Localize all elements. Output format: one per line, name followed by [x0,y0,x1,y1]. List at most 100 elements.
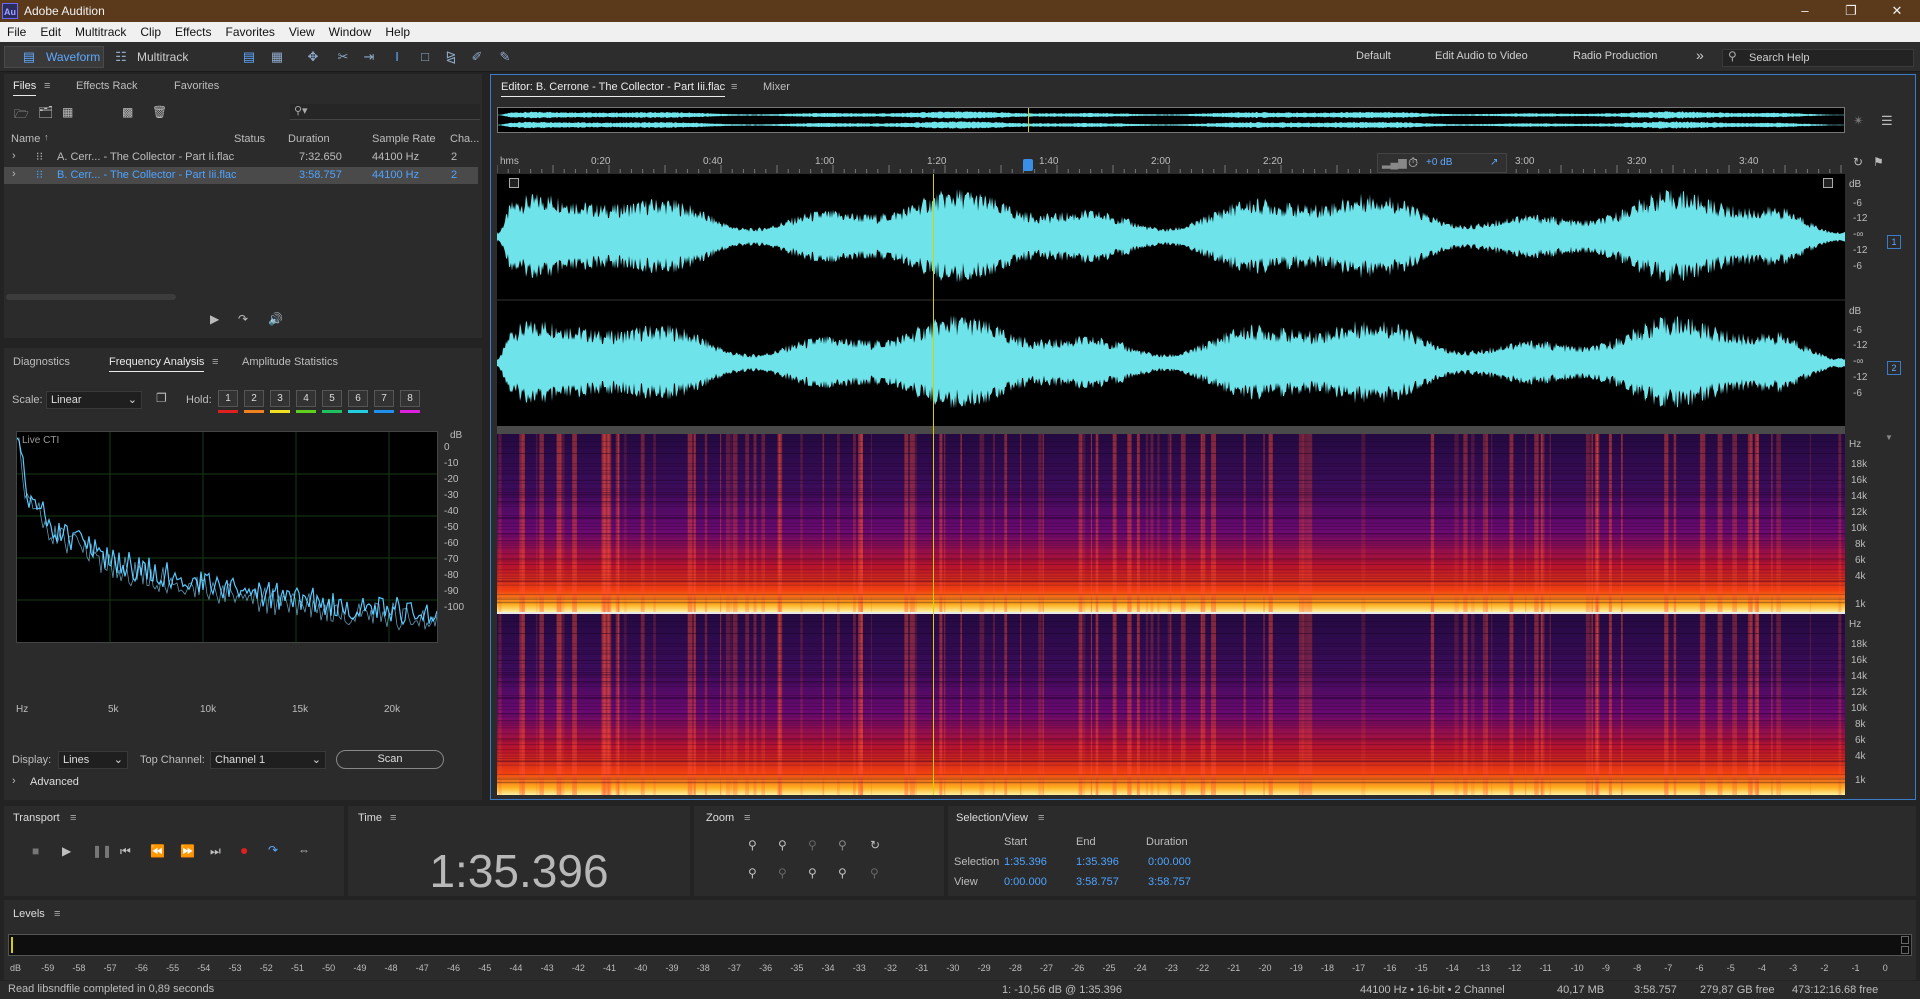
hud-volume[interactable]: ▂▄▆ ⏱ +0 dB ↗ [1377,153,1507,173]
workspace-radio-production[interactable]: Radio Production [1573,50,1657,62]
play-icon[interactable]: ▶ [62,844,71,858]
zoom-out-amplitude-icon[interactable]: ⚲ [748,866,757,880]
scan-button[interactable]: Scan [336,750,444,769]
multitrack-button[interactable]: Multitrack [131,47,194,67]
move-to-end-icon[interactable]: ⏭ [210,844,221,859]
new-file-icon[interactable]: ▦ [62,105,73,119]
clip-indicator-right[interactable] [1901,946,1909,954]
hold-button-1[interactable]: 1 [218,390,238,407]
hold-button-4[interactable]: 4 [296,390,316,407]
top-channel-select[interactable]: Channel 1 ⌄ [210,751,326,769]
hold-button-8[interactable]: 8 [400,390,420,407]
more-workspaces-icon[interactable]: » [1696,47,1704,63]
tab-editor[interactable]: Editor: B. Cerrone - The Collector - Par… [501,81,726,97]
play-file-icon[interactable]: ▶ [210,312,219,326]
col-status[interactable]: Status [234,133,265,145]
spectral-divider[interactable] [497,426,1845,434]
playhead-marker-icon[interactable] [1023,159,1033,171]
panel-menu-icon[interactable]: ≡ [44,80,50,92]
zoom-out-full-icon[interactable]: ⚲ [838,866,847,880]
channel-1-badge[interactable]: 1 [1887,235,1901,249]
fade-out-handle-icon[interactable] [1823,178,1833,188]
pause-icon[interactable]: ❚❚ [92,844,112,858]
open-file-icon[interactable]: 🗁 [14,105,29,126]
view-duration[interactable]: 3:58.757 [1148,876,1191,888]
tab-files[interactable]: Files [13,80,37,96]
display-select[interactable]: Lines ⌄ [58,751,128,769]
marquee-tool-icon[interactable]: □ [416,48,434,66]
menu-view[interactable]: View [282,22,322,39]
table-row[interactable]: › ⁝⁝ A. Cerr... - The Collector - Part I… [4,149,478,165]
tab-effects-rack[interactable]: Effects Rack [76,80,138,92]
selection-duration[interactable]: 0:00.000 [1148,856,1191,868]
panel-menu-icon[interactable]: ≡ [70,812,76,824]
hold-button-5[interactable]: 5 [322,390,342,407]
close-icon[interactable]: ✕ [1874,0,1920,22]
selection-end[interactable]: 1:35.396 [1076,856,1119,868]
view-start[interactable]: 0:00.000 [1004,876,1047,888]
zoom-in-left-icon[interactable]: ⚲ [838,838,847,852]
workspace-edit-audio-video[interactable]: Edit Audio to Video [1435,50,1528,62]
insert-multitrack-icon[interactable]: ▩ [122,105,133,119]
chevron-down-icon[interactable]: ▼ [1885,433,1893,442]
clip-indicator-left[interactable] [1901,936,1909,944]
minimize-icon[interactable]: – [1782,0,1828,22]
hold-button-6[interactable]: 6 [348,390,368,407]
menu-edit[interactable]: Edit [33,22,68,39]
spot-healing-icon[interactable]: ✎ [496,48,514,66]
expand-icon[interactable]: › [12,168,16,180]
selection-start[interactable]: 1:35.396 [1004,856,1047,868]
zoom-in-time-icon[interactable]: ⚲ [778,838,787,852]
tab-diagnostics[interactable]: Diagnostics [13,356,70,368]
fade-in-handle-icon[interactable] [509,178,519,188]
expand-icon[interactable]: › [12,150,16,162]
tab-amplitude-statistics[interactable]: Amplitude Statistics [242,356,338,368]
tab-favorites[interactable]: Favorites [174,80,219,92]
stack-icon[interactable]: ☰ [1881,113,1893,129]
menu-effects[interactable]: Effects [168,22,218,39]
razor-tool-icon[interactable]: ✂ [334,48,352,66]
gain-value[interactable]: +0 dB [1426,157,1452,168]
panel-menu-icon[interactable]: ≡ [731,81,737,93]
rewind-icon[interactable]: ⏪ [150,844,165,858]
maximize-icon[interactable]: ❐ [1828,0,1874,22]
col-duration[interactable]: Duration [288,133,330,145]
link-icon[interactable]: ↗ [1490,157,1498,168]
menu-help[interactable]: Help [378,22,417,39]
hold-button-7[interactable]: 7 [374,390,394,407]
table-row[interactable]: › ⁝⁝ B. Cerr... - The Collector - Part I… [4,167,478,184]
menu-favorites[interactable]: Favorites [219,22,282,39]
files-search-input[interactable]: ⚲▾ [290,104,480,120]
delete-icon[interactable]: 🗑 [152,105,167,119]
search-help-input[interactable]: Search Help [1722,49,1914,67]
horizontal-scrollbar[interactable] [6,294,176,300]
view-end[interactable]: 3:58.757 [1076,876,1119,888]
spectral-display-icon[interactable]: ▦ [268,48,286,66]
loop-file-icon[interactable]: ↷ [238,312,248,326]
menu-clip[interactable]: Clip [133,22,168,39]
auto-play-icon[interactable]: 🔊 [268,312,283,326]
hold-button-3[interactable]: 3 [270,390,290,407]
skip-selection-icon[interactable]: ⇔ [298,843,310,857]
col-sample-rate[interactable]: Sample Rate [372,133,436,145]
lasso-tool-icon[interactable]: ⧎ [442,48,460,66]
zoom-out-time-icon[interactable]: ⚲ [778,866,787,880]
frequency-graph[interactable]: Live CTI [16,431,438,643]
panel-menu-icon[interactable]: ≡ [1038,812,1044,824]
stop-icon[interactable]: ■ [32,844,39,858]
zoom-reset-icon[interactable]: ↻ [870,838,880,852]
brush-tool-icon[interactable]: ✐ [468,48,486,66]
record-icon[interactable]: ● [240,842,248,858]
col-name[interactable]: Name [11,133,40,145]
move-tool-icon[interactable]: ✥ [304,48,322,66]
fast-forward-icon[interactable]: ⏩ [180,844,195,858]
channel-2-badge[interactable]: 2 [1887,361,1901,375]
advanced-toggle[interactable]: Advanced [30,776,79,788]
move-to-start-icon[interactable]: ⏮ [120,844,131,859]
workspace-default[interactable]: Default [1356,50,1391,62]
time-display[interactable]: 1:35.396 [348,844,690,898]
zoom-selection-icon[interactable]: ⚲ [870,866,879,880]
tab-mixer[interactable]: Mixer [763,81,790,93]
panel-menu-icon[interactable]: ≡ [390,812,396,824]
zoom-nav-icon[interactable]: ✴ [1853,113,1864,129]
